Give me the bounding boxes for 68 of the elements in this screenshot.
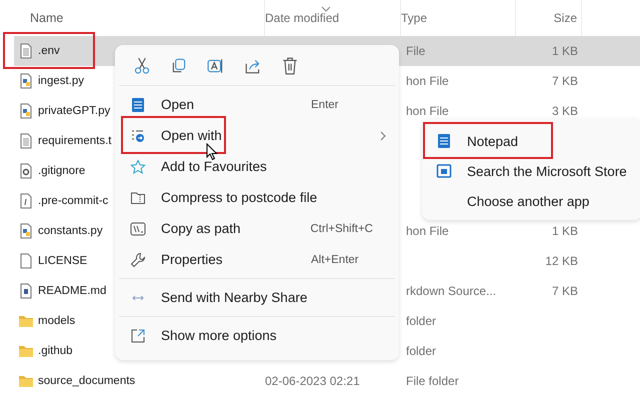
path-icon	[130, 220, 146, 236]
menu-item[interactable]: Search the Microsoft Store	[426, 156, 638, 186]
file-type: File	[406, 44, 426, 58]
document-icon	[18, 193, 34, 209]
open-with-icon	[130, 128, 146, 144]
zip-folder-icon	[130, 190, 146, 206]
file-type: rkdown Source...	[406, 284, 496, 298]
shortcut-text: Ctrl+Shift+C	[310, 222, 373, 234]
file-type: hon File	[406, 74, 449, 88]
menu-item[interactable]: Choose another app	[426, 186, 638, 216]
file-name[interactable]: .pre-commit-c	[38, 195, 108, 207]
document-icon	[18, 43, 34, 59]
file-size: 12 KB	[545, 254, 578, 268]
file-type: folder	[406, 314, 436, 328]
menu-item[interactable]: Copy as path Ctrl+Shift+C	[119, 213, 395, 244]
markdown-file-icon	[18, 283, 34, 299]
file-size: 7 KB	[552, 74, 578, 88]
file-size: 1 KB	[552, 44, 578, 58]
file-name[interactable]: .gitignore	[38, 165, 86, 177]
folder-icon	[18, 313, 34, 329]
notepad-icon	[436, 133, 452, 149]
menu-item[interactable]: Show more options	[119, 320, 395, 351]
copy-icon[interactable]	[170, 57, 188, 75]
menu-item[interactable]: Compress to postcode file	[119, 182, 395, 213]
file-name[interactable]: LICENSE	[38, 255, 88, 267]
cut-icon[interactable]	[133, 57, 151, 75]
file-type: folder	[406, 344, 436, 358]
open-external-icon	[130, 328, 146, 344]
rename-icon[interactable]	[207, 57, 225, 75]
file-size: 3 KB	[552, 104, 578, 118]
python-file-icon	[18, 73, 34, 89]
python-file-icon	[18, 103, 34, 119]
file-size: 7 KB	[552, 284, 578, 298]
folder-icon	[18, 373, 34, 389]
file-type: hon File	[406, 104, 449, 118]
menu-item[interactable]: Open Enter	[119, 89, 395, 120]
file-date: 02-06-2023 02:21	[265, 374, 360, 388]
store-icon	[436, 163, 452, 179]
cursor-icon	[206, 143, 218, 161]
wrench-icon	[130, 252, 146, 268]
file-size: 1 KB	[552, 224, 578, 238]
menu-item[interactable]: Send with Nearby Share	[119, 282, 395, 313]
file-name[interactable]: privateGPT.py	[38, 105, 110, 117]
file-name[interactable]: .github	[38, 345, 73, 357]
file-name[interactable]: models	[38, 315, 76, 327]
file-name[interactable]: requirements.t	[38, 135, 112, 147]
menu-item[interactable]: Properties Alt+Enter	[119, 244, 395, 275]
folder-icon	[18, 343, 34, 359]
shortcut-text: Enter	[311, 98, 340, 110]
file-name[interactable]: ingest.py	[38, 75, 84, 87]
file-name[interactable]: source_documents	[38, 375, 136, 387]
document-icon	[18, 133, 34, 149]
menu-item[interactable]: Add to Favourites	[119, 151, 395, 182]
file-name[interactable]: .env	[38, 45, 60, 57]
file-type: File folder	[406, 374, 459, 388]
notepad-icon	[130, 96, 146, 112]
star-icon	[130, 158, 146, 174]
file-name[interactable]: README.md	[38, 285, 106, 297]
file-name[interactable]: constants.py	[38, 225, 103, 237]
document-icon	[18, 253, 34, 269]
trash-icon[interactable]	[281, 57, 299, 75]
shortcut-text: Alt+Enter	[311, 254, 360, 266]
share-icon[interactable]	[244, 57, 262, 75]
gear-file-icon	[18, 163, 34, 179]
file-type: hon File	[406, 224, 449, 238]
menu-item[interactable]: Open with	[119, 120, 395, 151]
python-file-icon	[18, 223, 34, 239]
menu-item[interactable]: Notepad	[426, 126, 638, 156]
